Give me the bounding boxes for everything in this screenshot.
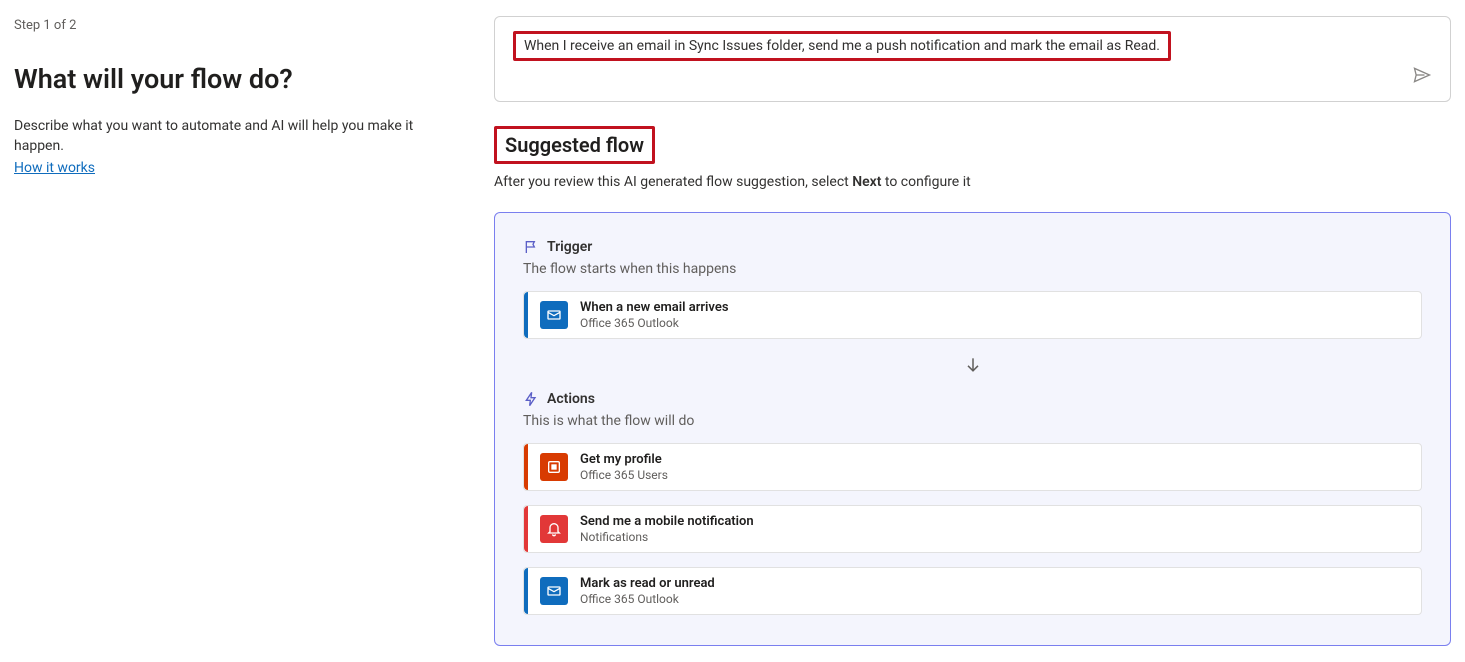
trigger-header-text: Trigger xyxy=(547,239,592,255)
action-card-accent xyxy=(524,506,528,552)
action-card-title: Get my profile xyxy=(580,452,668,467)
action-card[interactable]: Mark as read or unreadOffice 365 Outlook xyxy=(523,567,1422,615)
actions-subtext: This is what the flow will do xyxy=(523,413,1422,429)
outlook-icon xyxy=(540,577,568,605)
action-card-sub: Office 365 Outlook xyxy=(580,592,715,606)
flow-panel: Trigger The flow starts when this happen… xyxy=(494,212,1451,646)
prompt-highlight-box: When I receive an email in Sync Issues f… xyxy=(513,31,1171,61)
action-card[interactable]: Get my profileOffice 365 Users xyxy=(523,443,1422,491)
send-button[interactable] xyxy=(1408,61,1436,89)
suggested-heading-highlight: Suggested flow xyxy=(494,126,655,164)
prompt-input-container[interactable]: When I receive an email in Sync Issues f… xyxy=(494,16,1451,102)
action-card[interactable]: Send me a mobile notificationNotificatio… xyxy=(523,505,1422,553)
send-icon xyxy=(1412,65,1432,85)
trigger-section-header: Trigger xyxy=(523,239,1422,255)
lightning-icon xyxy=(523,391,539,407)
action-card-title: Send me a mobile notification xyxy=(580,514,754,529)
right-panel: When I receive an email in Sync Issues f… xyxy=(494,16,1451,646)
action-card-accent xyxy=(524,444,528,490)
actions-header-text: Actions xyxy=(547,391,595,407)
suggested-heading: Suggested flow xyxy=(505,133,644,157)
actions-list: Get my profileOffice 365 Users Send me a … xyxy=(523,443,1422,615)
step-label: Step 1 of 2 xyxy=(14,18,454,33)
actions-section-header: Actions xyxy=(523,391,1422,407)
review-note: After you review this AI generated flow … xyxy=(494,174,1451,190)
action-card-sub: Office 365 Users xyxy=(580,468,668,482)
page-description: Describe what you want to automate and A… xyxy=(14,117,454,156)
action-card-title: Mark as read or unread xyxy=(580,576,715,591)
prompt-text: When I receive an email in Sync Issues f… xyxy=(524,38,1160,54)
page-headline: What will your flow do? xyxy=(14,63,454,95)
arrow-down-icon xyxy=(523,355,1422,375)
trigger-subtext: The flow starts when this happens xyxy=(523,261,1422,277)
flag-icon xyxy=(523,239,539,255)
trigger-card-sub: Office 365 Outlook xyxy=(580,316,729,330)
trigger-card[interactable]: When a new email arrives Office 365 Outl… xyxy=(523,291,1422,339)
left-panel: Step 1 of 2 What will your flow do? Desc… xyxy=(14,16,454,646)
action-card-accent xyxy=(524,568,528,614)
office-icon xyxy=(540,453,568,481)
bell-icon xyxy=(540,515,568,543)
trigger-card-title: When a new email arrives xyxy=(580,300,729,315)
how-it-works-link[interactable]: How it works xyxy=(14,160,95,176)
outlook-icon xyxy=(540,301,568,329)
action-card-sub: Notifications xyxy=(580,530,754,544)
trigger-card-accent xyxy=(524,292,528,338)
